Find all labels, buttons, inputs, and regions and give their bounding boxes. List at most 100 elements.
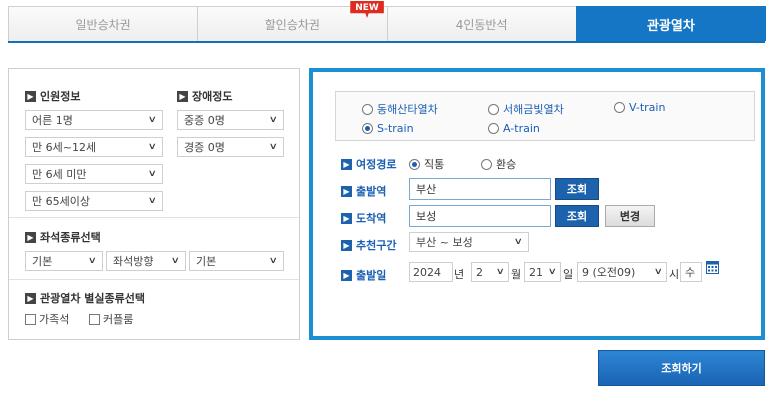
seat-direction-value: 좌석방향 bbox=[113, 255, 154, 268]
infant-select[interactable]: 만 6세 미만 ∨ bbox=[25, 164, 163, 184]
new-badge: NEW bbox=[350, 1, 384, 18]
departure-label: ▶ 출발역 bbox=[341, 183, 386, 199]
recommend-route-select[interactable]: 부산 ~ 보성 ∨ bbox=[409, 232, 529, 252]
year-unit: 년 bbox=[454, 268, 465, 281]
departure-input[interactable]: 부산 bbox=[409, 178, 551, 200]
arrival-label-text: 도착역 bbox=[356, 212, 387, 225]
tab-general-label: 일반승차권 bbox=[75, 17, 131, 32]
radio-seohae-label: 서해금빛열차 bbox=[503, 103, 564, 116]
radio-atrain[interactable]: A-train bbox=[488, 122, 540, 135]
special-room-title-text: 관광열차 별실종류선택 bbox=[40, 292, 146, 305]
hour-select[interactable]: 9 (오전09) ∨ bbox=[577, 262, 667, 282]
arrival-search-button[interactable]: 조회 bbox=[555, 205, 599, 227]
seat-position-select[interactable]: 기본 ∨ bbox=[189, 251, 284, 271]
severe-select[interactable]: 중증 0명 ∨ bbox=[177, 110, 284, 130]
chevron-down-icon: ∨ bbox=[654, 267, 664, 277]
recommend-route-value: 부산 ~ 보성 bbox=[416, 236, 473, 249]
special-room-section: ▶ 관광열차 별실종류선택 가족석 커플룸 bbox=[9, 279, 299, 339]
arrow-bullet-icon: ▶ bbox=[341, 185, 352, 197]
child-select[interactable]: 만 6세~12세 ∨ bbox=[25, 137, 163, 157]
senior-select[interactable]: 만 65세이상 ∨ bbox=[25, 191, 163, 211]
arrow-bullet-icon: ▶ bbox=[177, 90, 188, 102]
tab-tourist-train[interactable]: 관광열차 bbox=[575, 6, 766, 41]
adult-value: 어른 1명 bbox=[32, 114, 73, 127]
chevron-down-icon: ∨ bbox=[148, 142, 158, 152]
seat-title-text: 좌석종류선택 bbox=[40, 231, 101, 244]
radio-direct[interactable]: 직통 bbox=[409, 156, 444, 172]
hour-unit: 시 bbox=[669, 268, 680, 281]
radio-donghae-label: 동해산타열차 bbox=[377, 103, 438, 116]
tab-tourist-train-label: 관광열차 bbox=[646, 18, 695, 34]
chevron-down-icon: ∨ bbox=[269, 256, 279, 266]
disability-title: ▶ 장애정도 bbox=[177, 88, 232, 104]
chevron-down-icon: ∨ bbox=[269, 115, 279, 125]
checkbox-icon bbox=[89, 313, 100, 325]
chevron-down-icon: ∨ bbox=[88, 256, 98, 266]
swap-stations-button[interactable]: 변경 bbox=[605, 205, 655, 227]
special-room-title: ▶ 관광열차 별실종류선택 bbox=[25, 290, 145, 306]
radio-transfer-label: 환승 bbox=[496, 158, 517, 171]
chevron-down-icon: ∨ bbox=[148, 115, 158, 125]
chevron-down-icon: ∨ bbox=[148, 196, 158, 206]
arrow-bullet-icon: ▶ bbox=[25, 231, 36, 243]
ticket-tabs: 일반승차권 할인승차권 NEW 4인동반석 관광열차 bbox=[8, 1, 766, 43]
submit-search-button[interactable]: 조회하기 bbox=[598, 350, 765, 386]
family-room-label: 가족석 bbox=[39, 313, 70, 326]
mild-select[interactable]: 경증 0명 ∨ bbox=[177, 137, 284, 157]
radio-transfer[interactable]: 환승 bbox=[481, 156, 516, 172]
route-label: ▶ 여정경로 bbox=[341, 156, 396, 172]
arrival-input[interactable]: 보성 bbox=[409, 205, 551, 227]
seat-type-select[interactable]: 기본 ∨ bbox=[25, 251, 103, 271]
child-value: 만 6세~12세 bbox=[32, 141, 97, 154]
tab-discount[interactable]: 할인승차권 NEW bbox=[197, 1, 388, 41]
arrow-bullet-icon: ▶ bbox=[25, 90, 36, 102]
route-label-text: 여정경로 bbox=[356, 158, 397, 171]
arrow-bullet-icon: ▶ bbox=[25, 292, 36, 304]
radio-atrain-label: A-train bbox=[503, 122, 540, 135]
checkbox-icon bbox=[25, 313, 36, 325]
seat-position-value: 기본 bbox=[196, 255, 217, 268]
passenger-panel: ▶ 인원정보 ▶ 장애정도 어른 1명 ∨ 만 6세~12세 ∨ 만 6세 미만 ∨ … bbox=[8, 68, 300, 340]
month-value: 2 bbox=[476, 265, 483, 279]
senior-value: 만 65세이상 bbox=[32, 195, 90, 208]
arrow-bullet-icon: ▶ bbox=[341, 158, 352, 170]
radio-icon bbox=[362, 103, 373, 115]
couple-room-checkbox[interactable]: 커플룸 bbox=[89, 311, 133, 327]
family-room-checkbox[interactable]: 가족석 bbox=[25, 311, 69, 327]
radio-icon bbox=[614, 102, 625, 113]
tab-general[interactable]: 일반승차권 bbox=[8, 6, 199, 41]
adult-select[interactable]: 어른 1명 ∨ bbox=[25, 110, 163, 130]
radio-icon bbox=[481, 158, 492, 170]
arrow-bullet-icon: ▶ bbox=[341, 212, 352, 224]
radio-strain[interactable]: S-train bbox=[362, 122, 414, 135]
seat-section: ▶ 좌석종류선택 기본 ∨ 좌석방향 ∨ 기본 ∨ bbox=[9, 217, 299, 279]
tab-four-person[interactable]: 4인동반석 bbox=[386, 6, 577, 41]
disability-title-text: 장애정도 bbox=[192, 90, 233, 103]
chevron-down-icon: ∨ bbox=[171, 256, 181, 266]
radio-seohae[interactable]: 서해금빛열차 bbox=[488, 101, 564, 117]
chevron-down-icon: ∨ bbox=[514, 237, 524, 247]
day-select[interactable]: 21 ∨ bbox=[524, 262, 561, 282]
radio-selected-icon bbox=[409, 158, 420, 170]
radio-icon bbox=[488, 123, 499, 134]
journey-panel: 동해산타열차 서해금빛열차 V-train S-train A-train ▶ 여… bbox=[309, 68, 765, 340]
couple-room-label: 커플룸 bbox=[103, 313, 134, 326]
seat-title: ▶ 좌석종류선택 bbox=[25, 229, 101, 245]
chevron-down-icon: ∨ bbox=[496, 267, 506, 277]
calendar-icon[interactable] bbox=[706, 261, 719, 274]
severe-value: 중증 0명 bbox=[184, 114, 225, 127]
mild-value: 경증 0명 bbox=[184, 141, 225, 154]
seat-direction-select[interactable]: 좌석방향 ∨ bbox=[106, 251, 186, 271]
year-select[interactable]: 2024 bbox=[409, 262, 453, 282]
recommend-label-text: 추천구간 bbox=[356, 239, 397, 252]
departure-search-button[interactable]: 조회 bbox=[555, 178, 599, 200]
tab-four-person-label: 4인동반석 bbox=[455, 17, 508, 32]
departure-label-text: 출발역 bbox=[356, 185, 387, 198]
month-select[interactable]: 2 ∨ bbox=[471, 262, 509, 282]
infant-value: 만 6세 미만 bbox=[32, 168, 87, 181]
radio-vtrain[interactable]: V-train bbox=[614, 101, 665, 114]
chevron-down-icon: ∨ bbox=[148, 169, 158, 179]
arrow-bullet-icon: ▶ bbox=[341, 269, 352, 281]
radio-donghae[interactable]: 동해산타열차 bbox=[362, 101, 438, 117]
train-selection: 동해산타열차 서해금빛열차 V-train S-train A-train bbox=[335, 91, 755, 141]
